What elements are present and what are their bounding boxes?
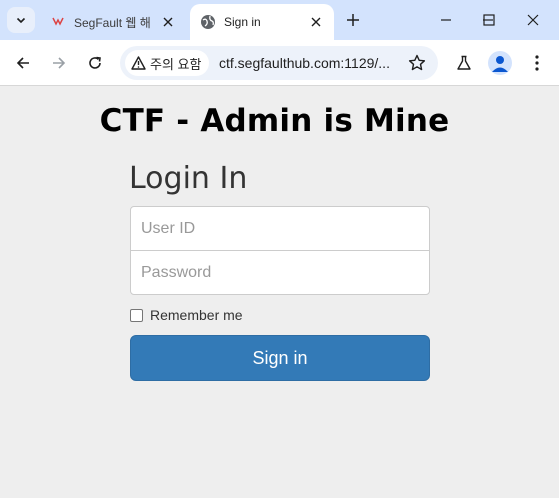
more-vertical-icon (535, 55, 539, 71)
close-icon (527, 14, 539, 26)
tab-title: SegFault 웹 해 (74, 15, 151, 30)
globe-icon (200, 14, 216, 30)
warning-icon (131, 56, 146, 70)
tab-title: Sign in (224, 15, 261, 29)
window-maximize-button[interactable] (469, 4, 509, 36)
security-chip[interactable]: 주의 요함 (125, 50, 210, 76)
tab-sign-in[interactable]: Sign in (190, 4, 334, 40)
password-input[interactable]: Password (130, 250, 430, 295)
person-icon (492, 56, 508, 72)
tab-segfault[interactable]: SegFault 웹 해 (40, 4, 186, 40)
user-id-input[interactable]: User ID (130, 206, 430, 251)
page-content: CTF - Admin is Mine Login In User ID Pas… (0, 87, 559, 498)
remember-me-label: Remember me (150, 307, 243, 323)
reload-button[interactable] (82, 50, 108, 76)
address-bar[interactable]: 주의 요함 ctf.segfaulthub.com:1129/... (120, 46, 438, 80)
window-minimize-button[interactable] (426, 4, 466, 36)
chevron-down-icon (16, 17, 26, 24)
maximize-icon (483, 14, 495, 26)
remember-me[interactable]: Remember me (130, 307, 243, 323)
close-icon[interactable] (308, 14, 324, 30)
url-text[interactable]: ctf.segfaulthub.com:1129/... (219, 55, 390, 71)
labs-button[interactable] (451, 50, 477, 76)
browser-toolbar: 주의 요함 ctf.segfaulthub.com:1129/... (0, 40, 559, 86)
form-heading: Login In (129, 161, 248, 196)
minimize-icon (441, 19, 451, 21)
password-placeholder: Password (141, 263, 212, 281)
sign-in-button[interactable]: Sign in (130, 335, 430, 381)
remember-me-checkbox[interactable] (130, 308, 143, 322)
window-close-button[interactable] (513, 4, 553, 36)
plus-icon (347, 14, 359, 26)
page-title: CTF - Admin is Mine (99, 103, 450, 139)
security-chip-label: 주의 요함 (150, 56, 202, 72)
user-id-placeholder: User ID (141, 219, 196, 237)
profile-avatar[interactable] (488, 51, 512, 75)
tab-search-button[interactable] (7, 7, 35, 33)
segfault-favicon-icon (50, 14, 66, 30)
arrow-right-icon (53, 57, 66, 69)
close-icon[interactable] (160, 14, 176, 30)
flask-icon (457, 55, 471, 70)
arrow-left-icon (16, 57, 29, 69)
new-tab-button[interactable] (341, 8, 365, 32)
menu-button[interactable] (524, 50, 550, 76)
forward-button[interactable] (46, 50, 72, 76)
back-button[interactable] (10, 50, 36, 76)
reload-icon (89, 56, 101, 69)
star-icon[interactable] (408, 54, 426, 72)
